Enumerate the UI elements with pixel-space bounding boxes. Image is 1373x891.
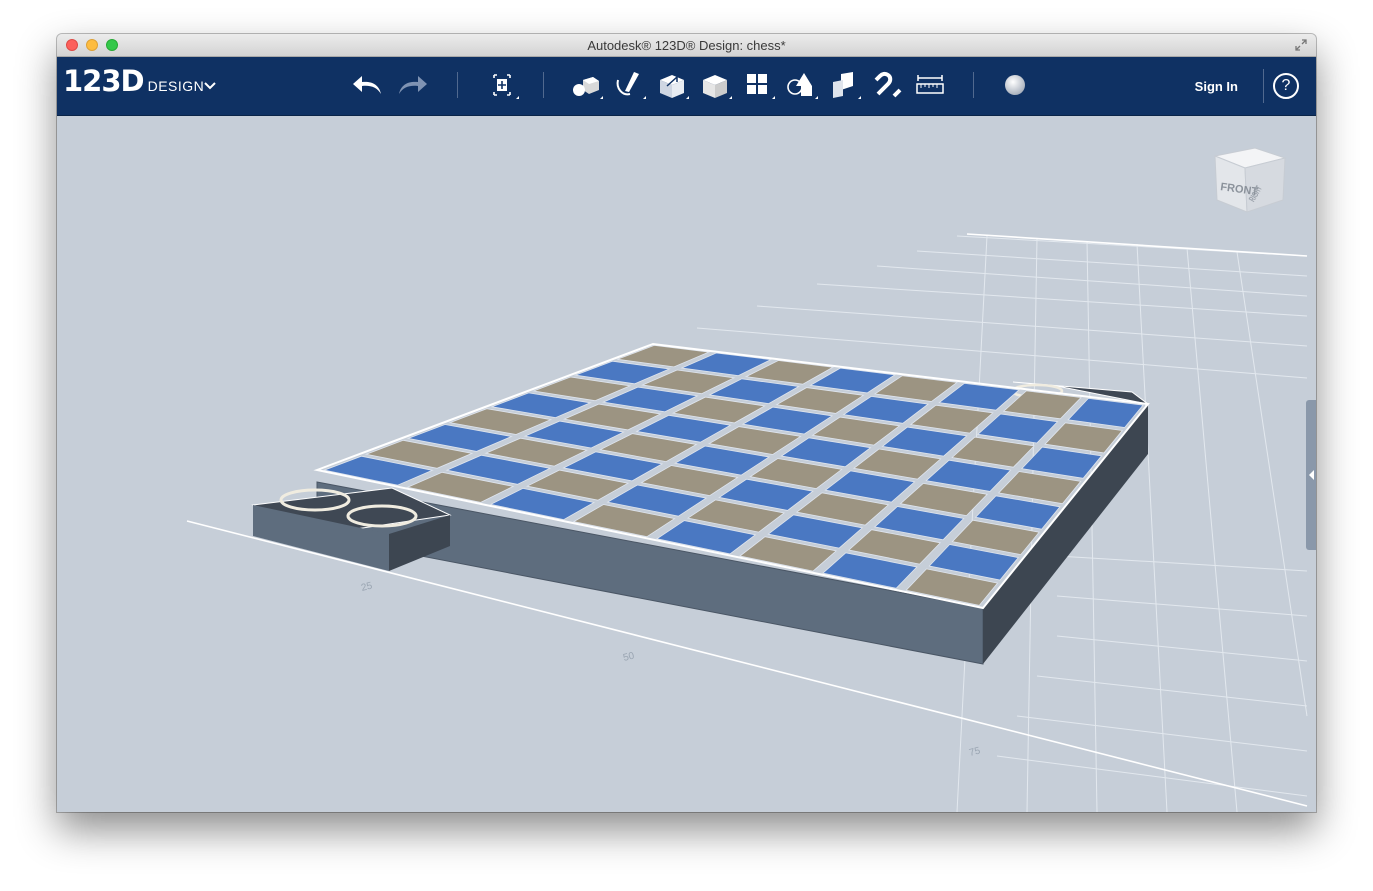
- toolbar-divider: [457, 72, 458, 98]
- grid-axis-label: 25: [360, 580, 374, 593]
- board-square[interactable]: [976, 413, 1059, 444]
- main-toolbar: 123D DESIGN Sign In ?: [57, 57, 1316, 116]
- toolbar-divider: [1263, 69, 1264, 103]
- scene-canvas[interactable]: 25 50 75: [57, 116, 1316, 812]
- snap-button[interactable]: [870, 68, 904, 102]
- logo-product: DESIGN: [147, 78, 205, 94]
- board-square[interactable]: [1044, 422, 1124, 454]
- sign-in-link[interactable]: Sign In: [1195, 79, 1238, 94]
- redo-arrow-icon: [399, 76, 427, 94]
- chevron-down-icon[interactable]: [204, 82, 216, 90]
- primitives-icon: [573, 77, 603, 99]
- board-square[interactable]: [909, 404, 994, 434]
- toolbar-divider: [973, 72, 974, 98]
- sketch-icon: [616, 72, 646, 99]
- measure-button[interactable]: [913, 68, 947, 102]
- fullscreen-icon[interactable]: [1294, 38, 1308, 52]
- primitives-button[interactable]: [569, 68, 603, 102]
- combine-icon: [833, 72, 861, 99]
- logo-number: 123D: [63, 64, 145, 98]
- material-sphere-icon: [1005, 75, 1025, 95]
- group-icon: [787, 73, 818, 99]
- pattern-icon: [747, 74, 775, 99]
- combine-button[interactable]: [827, 68, 861, 102]
- transform-icon: [493, 74, 519, 99]
- grid-axis-label: 50: [622, 650, 636, 663]
- measure-ruler-icon: [916, 75, 944, 94]
- construct-button[interactable]: [655, 68, 689, 102]
- undo-arrow-icon: [353, 76, 381, 94]
- snap-magnet-icon: [874, 71, 902, 98]
- redo-button[interactable]: [395, 68, 429, 102]
- toolbar-divider: [543, 72, 544, 98]
- undo-button[interactable]: [351, 68, 385, 102]
- chevron-left-icon[interactable]: [1306, 468, 1316, 482]
- grid-axis-label: 75: [968, 745, 982, 758]
- construct-icon: [660, 75, 689, 99]
- material-button[interactable]: [998, 68, 1032, 102]
- title-bar: Autodesk® 123D® Design: chess*: [57, 34, 1316, 57]
- help-button[interactable]: ?: [1273, 73, 1299, 99]
- modify-button[interactable]: [698, 68, 732, 102]
- pattern-button[interactable]: [741, 68, 775, 102]
- app-window: Autodesk® 123D® Design: chess* 123D DESI…: [57, 34, 1316, 812]
- sketch-button[interactable]: [612, 68, 646, 102]
- 3d-viewport[interactable]: 25 50 75 FRONT RIGHT: [57, 116, 1316, 812]
- transform-button[interactable]: [485, 68, 519, 102]
- modify-icon: [703, 75, 732, 99]
- app-logo[interactable]: 123D DESIGN: [63, 64, 204, 104]
- view-cube[interactable]: FRONT RIGHT: [1209, 138, 1291, 224]
- group-button[interactable]: [784, 68, 818, 102]
- window-title: Autodesk® 123D® Design: chess*: [587, 38, 786, 53]
